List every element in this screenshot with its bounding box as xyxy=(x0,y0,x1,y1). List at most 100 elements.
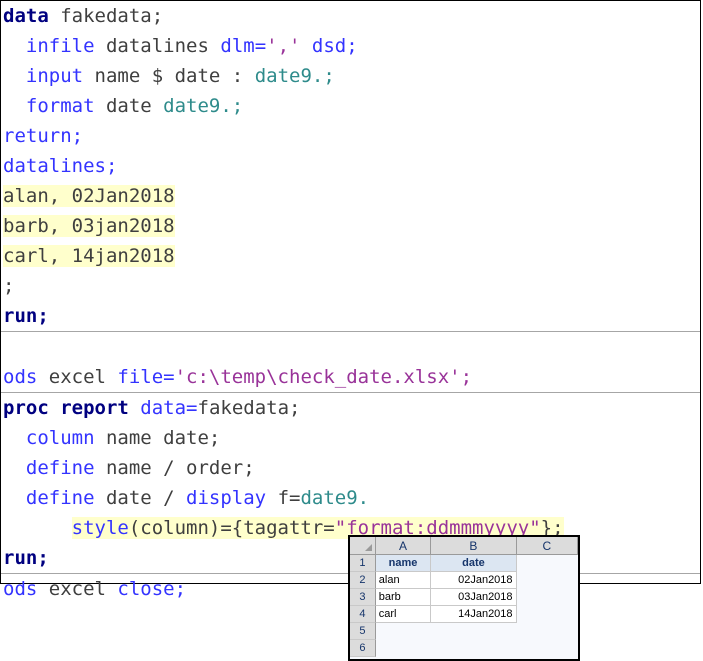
code-token-kw: run; xyxy=(3,547,49,569)
code-token-kw: proc report xyxy=(3,397,129,419)
excel-grid-rows: 1namedate2alan02Jan20183barb03Jan20184ca… xyxy=(350,555,578,657)
select-all-triangle-icon xyxy=(365,544,372,551)
excel-cell-A2[interactable]: alan xyxy=(376,572,432,589)
excel-row-header[interactable]: 2 xyxy=(350,572,376,589)
code-token-stmt: dlm= xyxy=(220,35,266,57)
excel-cell-C3[interactable] xyxy=(517,589,578,606)
code-line[interactable]: barb, 03jan2018 xyxy=(1,211,700,241)
code-token-stmt: input xyxy=(26,65,83,87)
code-line[interactable]: ; xyxy=(1,271,700,301)
code-line[interactable]: format date date9.; xyxy=(1,91,700,121)
code-token-stmt: ods xyxy=(3,578,37,600)
excel-column-header-c[interactable]: C xyxy=(517,537,578,555)
excel-cell-B4[interactable]: 14Jan2018 xyxy=(431,606,516,623)
code-token-stmt: datalines; xyxy=(3,155,117,177)
code-line[interactable]: data fakedata; xyxy=(1,1,700,31)
excel-cell-B6[interactable] xyxy=(431,640,516,657)
code-line[interactable]: ods excel file='c:\temp\check_date.xlsx'… xyxy=(1,362,700,392)
excel-cell-A1[interactable]: name xyxy=(376,555,432,572)
code-line[interactable]: define date / display f=date9. xyxy=(1,483,700,513)
excel-cell-A4[interactable]: carl xyxy=(376,606,432,623)
code-line[interactable]: carl, 14jan2018 xyxy=(1,241,700,271)
code-line[interactable]: input name $ date : date9.; xyxy=(1,61,700,91)
excel-row[interactable]: 5 xyxy=(350,623,578,640)
code-line[interactable]: alan, 02Jan2018 xyxy=(1,181,700,211)
code-token-plain xyxy=(3,336,14,358)
excel-cell-C1[interactable] xyxy=(517,555,578,572)
excel-row-header[interactable]: 1 xyxy=(350,555,376,572)
code-token-plain: barb, 03jan2018 xyxy=(3,215,175,237)
code-token-stmt: file= xyxy=(117,366,174,388)
excel-row-header[interactable]: 5 xyxy=(350,623,376,640)
code-token-plain: name date; xyxy=(95,427,221,449)
code-token-plain: datalines xyxy=(95,35,221,57)
code-line[interactable]: infile datalines dlm=',' dsd; xyxy=(1,31,700,61)
code-token-plain: fakedata; xyxy=(198,397,301,419)
code-token-stmt: format xyxy=(26,95,95,117)
code-token-stmt: data= xyxy=(140,397,197,419)
excel-cell-B5[interactable] xyxy=(431,623,516,640)
select-all-corner[interactable] xyxy=(350,537,376,555)
excel-column-header-b[interactable]: B xyxy=(431,537,516,555)
code-token-plain: carl, 14jan2018 xyxy=(3,245,175,267)
code-token-str: 'c:\temp\check_date.xlsx'; xyxy=(175,366,472,388)
excel-cell-C6[interactable] xyxy=(517,640,578,657)
code-line[interactable]: define name / order; xyxy=(1,453,700,483)
excel-preview-inset[interactable]: A B C 1namedate2alan02Jan20183barb03Jan2… xyxy=(348,535,580,661)
excel-cell-A5[interactable] xyxy=(376,623,432,640)
excel-cell-A6[interactable] xyxy=(376,640,432,657)
excel-row[interactable]: 1namedate xyxy=(350,555,578,572)
code-token-stmt: return; xyxy=(3,125,83,147)
code-token-plain xyxy=(129,397,140,419)
code-token-plain: excel xyxy=(37,366,117,388)
excel-row-header[interactable]: 6 xyxy=(350,640,376,657)
code-token-plain: date xyxy=(95,95,164,117)
excel-row[interactable]: 2alan02Jan2018 xyxy=(350,572,578,589)
code-token-plain xyxy=(3,35,26,57)
excel-cell-A3[interactable]: barb xyxy=(376,589,432,606)
excel-cell-C2[interactable] xyxy=(517,572,578,589)
excel-row[interactable]: 3barb03Jan2018 xyxy=(350,589,578,606)
code-line[interactable]: column name date; xyxy=(1,423,700,453)
excel-column-header-a[interactable]: A xyxy=(376,537,432,555)
code-token-stmt: infile xyxy=(26,35,95,57)
code-token-stmt: define xyxy=(26,487,95,509)
sas-code-editor[interactable]: data fakedata; infile datalines dlm=',' … xyxy=(0,0,701,584)
code-indent xyxy=(3,517,72,539)
code-token-plain: (column)={tagattr= xyxy=(129,517,335,539)
code-line[interactable]: datalines; xyxy=(1,151,700,181)
code-token-plain: name / order; xyxy=(95,457,255,479)
excel-cell-C4[interactable] xyxy=(517,606,578,623)
code-sections: data fakedata; infile datalines dlm=',' … xyxy=(1,1,700,604)
code-token-plain: date / xyxy=(95,487,187,509)
code-token-fmt: date9. xyxy=(300,487,369,509)
code-token-stmt: define xyxy=(26,457,95,479)
code-token-stmt: display xyxy=(186,487,266,509)
excel-cell-B3[interactable]: 03Jan2018 xyxy=(431,589,516,606)
code-token-stmt: ods xyxy=(3,366,37,388)
code-token-str: ',' xyxy=(266,35,300,57)
excel-column-header-row: A B C xyxy=(350,537,578,555)
code-line[interactable]: return; xyxy=(1,121,700,151)
excel-cell-B2[interactable]: 02Jan2018 xyxy=(431,572,516,589)
excel-cell-C5[interactable] xyxy=(517,623,578,640)
excel-row-header[interactable]: 4 xyxy=(350,606,376,623)
code-token-plain: alan, 02Jan2018 xyxy=(3,185,175,207)
code-token-stmt: dsd; xyxy=(312,35,358,57)
code-token-kw: run; xyxy=(3,305,49,327)
code-token-plain xyxy=(3,65,26,87)
excel-row[interactable]: 4carl14Jan2018 xyxy=(350,606,578,623)
excel-row[interactable]: 6 xyxy=(350,640,578,657)
code-line[interactable] xyxy=(1,332,700,362)
code-token-stmt: close; xyxy=(117,578,186,600)
code-token-fmt: date9.; xyxy=(163,95,243,117)
code-token-fmt: date9.; xyxy=(255,65,335,87)
code-token-stmt: column xyxy=(26,427,95,449)
code-line[interactable]: run; xyxy=(1,301,700,331)
code-token-plain xyxy=(300,35,311,57)
code-token-plain: ; xyxy=(3,275,14,297)
excel-row-header[interactable]: 3 xyxy=(350,589,376,606)
excel-cell-B1[interactable]: date xyxy=(431,555,516,572)
code-line[interactable]: proc report data=fakedata; xyxy=(1,393,700,423)
code-token-plain xyxy=(3,95,26,117)
